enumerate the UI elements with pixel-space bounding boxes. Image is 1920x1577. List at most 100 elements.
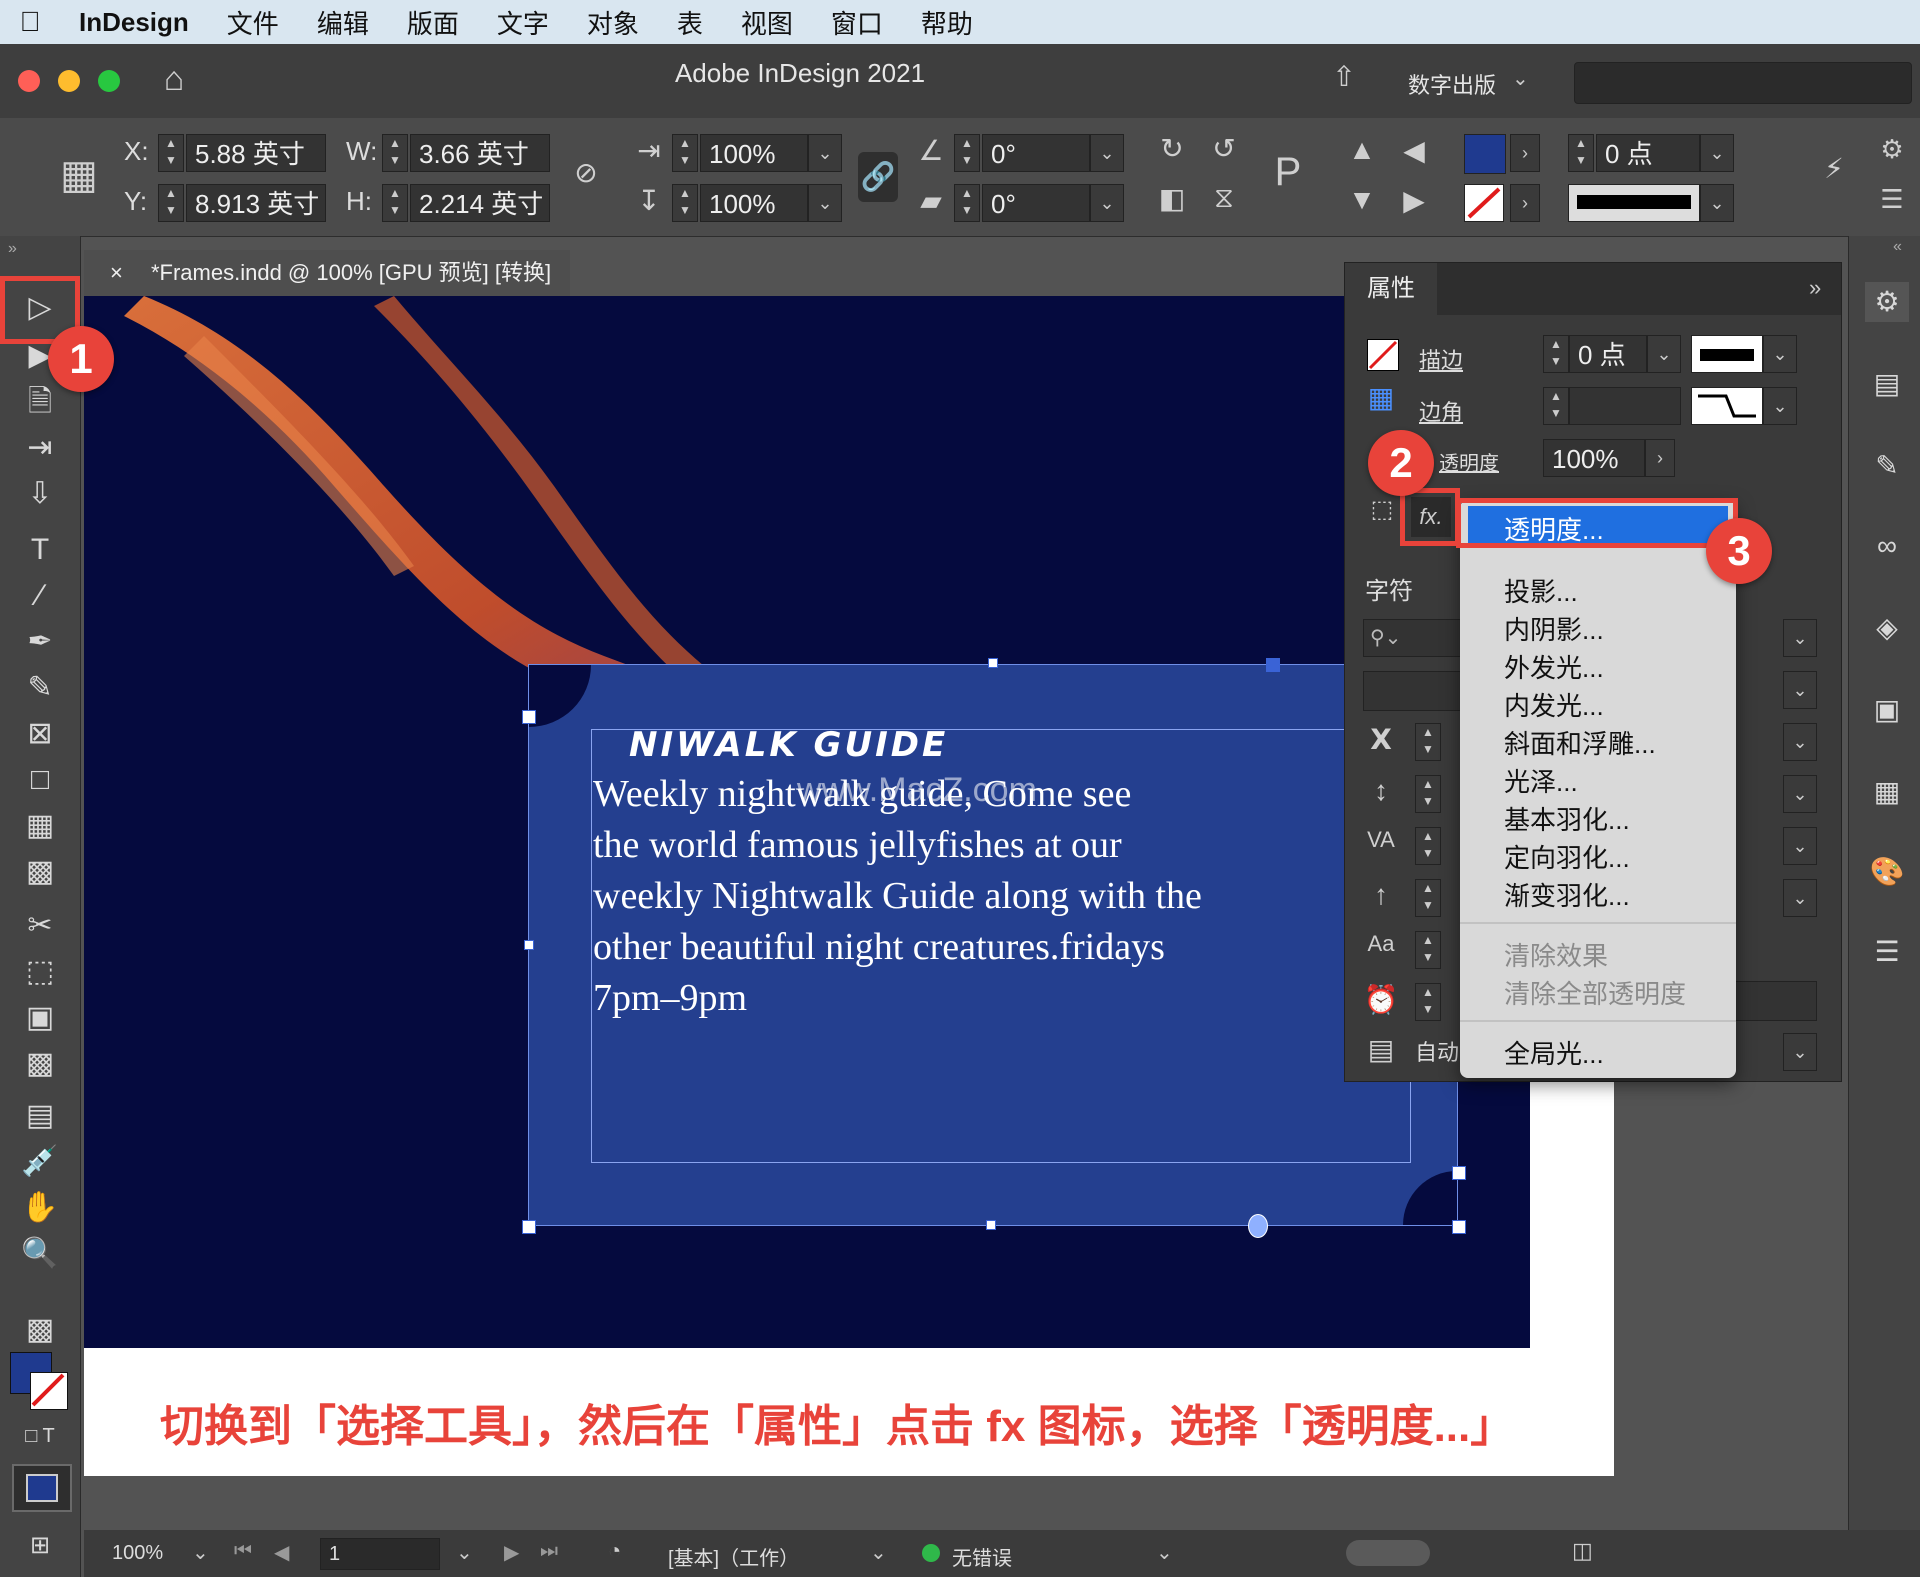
shear-field[interactable]: 0° (982, 184, 1090, 222)
stroke-style-dropdown[interactable]: ⌄ (1763, 335, 1797, 373)
gradient-swatch-tool-icon[interactable]: ▣ (16, 998, 64, 1038)
page-tool-icon[interactable]: 🗎 (16, 382, 64, 422)
y-stepper[interactable]: ▲ ▼ (158, 184, 184, 222)
corner-stepper[interactable]: ▲ ▼ (1543, 387, 1569, 425)
screen-mode-button[interactable] (12, 1464, 72, 1512)
menu-table[interactable]: 表 (658, 4, 722, 41)
stroke-style-selector[interactable] (1691, 335, 1763, 373)
selection-handle[interactable] (1452, 1166, 1466, 1180)
corner-label[interactable]: 边角 (1419, 395, 1463, 427)
zoom-dropdown-icon[interactable]: ⌄ (192, 1540, 209, 1565)
menu-item-basic-feather[interactable]: 基本羽化... (1504, 800, 1630, 837)
selection-handle[interactable] (522, 710, 536, 724)
vertical-scale-dropdown[interactable]: ⌄ (1783, 879, 1817, 917)
menu-item-inner-glow[interactable]: 内发光... (1504, 686, 1604, 723)
constrain-proportions-icon[interactable]: ⊘ (568, 156, 604, 189)
next-page-icon[interactable]: ▶ (504, 1540, 519, 1565)
select-content-icon[interactable]: ▼ (1342, 184, 1382, 216)
minimize-window-button[interactable] (58, 70, 80, 92)
note-tool-icon[interactable]: ▤ (16, 1096, 64, 1136)
cc-libraries-icon[interactable]: ✎ (1865, 446, 1909, 486)
panel-expand-icon[interactable]: » (1809, 275, 1821, 301)
gradient-panel-icon[interactable]: ▣ (1865, 690, 1909, 730)
opacity-arrow[interactable]: › (1645, 439, 1675, 477)
zoom-tool-icon[interactable]: 🔍 (16, 1234, 64, 1274)
color-panel-icon[interactable]: 🎨 (1865, 852, 1909, 892)
last-page-icon[interactable]: ⏭ (540, 1540, 558, 1563)
selection-handle[interactable] (522, 1220, 536, 1234)
preflight-status[interactable]: 无错误 (952, 1542, 1012, 1571)
mode-dropdown-icon[interactable]: ⌄ (870, 1540, 887, 1565)
stroke-weight-stepper[interactable]: ▲ ▼ (1568, 134, 1594, 172)
font-family-dropdown[interactable]: ⌄ (1783, 619, 1817, 657)
stroke-weight-dropdown[interactable]: ⌄ (1700, 134, 1734, 172)
rotate-ccw-icon[interactable]: ↺ (1204, 132, 1244, 165)
workspace-switcher[interactable]: 数字出版 (1408, 68, 1496, 100)
preflight-profile-icon[interactable]: ◔ (608, 1538, 621, 1564)
menu-window[interactable]: 窗口 (812, 4, 902, 41)
split-window-icon[interactable]: ◫ (1572, 1538, 1593, 1564)
menu-item-satin[interactable]: 光泽... (1504, 762, 1578, 799)
flip-horizontal-icon[interactable]: ◧ (1152, 182, 1192, 215)
stroke-none-swatch[interactable] (1464, 184, 1504, 222)
scale-x-dropdown[interactable]: ⌄ (808, 134, 842, 172)
reference-point-icon[interactable]: ▦ (52, 148, 106, 202)
page-dropdown-icon[interactable]: ⌄ (456, 1540, 473, 1565)
kerning-stepper[interactable]: ▲ ▼ (1415, 827, 1441, 865)
select-container-icon[interactable]: ▲ (1342, 134, 1382, 166)
stroke-panel-icon[interactable]: ☰ (1865, 932, 1909, 972)
lightning-icon[interactable]: ⚡ (1816, 152, 1852, 185)
reference-p-icon[interactable]: P (1262, 150, 1314, 195)
fill-swatch[interactable] (1464, 134, 1506, 174)
grid-tool-icon[interactable]: ▩ (16, 852, 64, 892)
shear-stepper[interactable]: ▲ ▼ (954, 184, 980, 222)
menu-edit[interactable]: 编辑 (298, 4, 388, 41)
opacity-label[interactable]: 透明度 (1439, 447, 1499, 476)
flip-vertical-icon[interactable]: ⧖ (1204, 182, 1244, 215)
leading-dropdown[interactable]: ⌄ (1783, 775, 1817, 813)
gap-tool-icon[interactable]: ⇥ (16, 428, 64, 468)
stroke-swatch-arrow[interactable]: › (1510, 184, 1540, 222)
close-tab-icon[interactable]: × (110, 260, 123, 285)
w-stepper[interactable]: ▲ ▼ (382, 134, 408, 172)
selection-handle[interactable] (1452, 1220, 1466, 1234)
text-frame[interactable]: NIWALK GUIDE Weekly nightwalk guide, Com… (528, 664, 1458, 1226)
menu-view[interactable]: 视图 (722, 4, 812, 41)
pencil-tool-icon[interactable]: ✎ (16, 668, 64, 708)
zoom-window-button[interactable] (98, 70, 120, 92)
properties-panel-icon[interactable]: ⚙ (1865, 282, 1909, 322)
rectangle-tool-icon[interactable]: □ (16, 760, 64, 800)
stroke-weight-field[interactable]: 0 点 (1596, 134, 1700, 172)
menu-item-bevel-emboss[interactable]: 斜面和浮雕... (1504, 724, 1656, 761)
x-stepper[interactable]: ▲ ▼ (158, 134, 184, 172)
font-search-field[interactable]: ⚲⌄ (1363, 619, 1463, 657)
font-size-dropdown[interactable]: ⌄ (1783, 723, 1817, 761)
select-previous-icon[interactable]: ◀ (1394, 134, 1434, 167)
content-collector-icon[interactable]: ⇩ (16, 474, 64, 514)
scale-x-field[interactable]: 100% (700, 134, 808, 172)
stroke-field[interactable]: 0 点 (1569, 335, 1647, 373)
zoom-level[interactable]: 100% (112, 1542, 163, 1565)
search-field[interactable] (1574, 62, 1912, 104)
skew-stepper[interactable]: ▲ ▼ (1415, 983, 1441, 1021)
opacity-field[interactable]: 100% (1543, 439, 1645, 477)
formatting-container-icon[interactable]: □ T (16, 1416, 64, 1456)
scale-y-field[interactable]: 100% (700, 184, 808, 222)
stroke-stepper[interactable]: ▲ ▼ (1543, 335, 1569, 373)
gear-icon[interactable]: ⚙ (1872, 134, 1912, 165)
stroke-type-selector[interactable] (1568, 184, 1700, 222)
menu-item-outer-glow[interactable]: 外发光... (1504, 648, 1604, 685)
stroke-label[interactable]: 描边 (1419, 343, 1463, 375)
menu-item-gradient-feather[interactable]: 渐变羽化... (1504, 876, 1630, 913)
corner-size-field[interactable] (1569, 387, 1681, 425)
stroke-color-box[interactable] (30, 1372, 68, 1410)
menu-item-directional-feather[interactable]: 定向羽化... (1504, 838, 1630, 875)
stroke-swatch-icon[interactable] (1367, 339, 1399, 371)
horizontal-scrollbar[interactable] (1346, 1540, 1430, 1566)
links-panel-icon[interactable]: ∞ (1865, 526, 1909, 566)
preview-mode-icon[interactable]: ⊞ (16, 1526, 64, 1566)
pen-tool-icon[interactable]: ✒ (16, 622, 64, 662)
font-size-stepper[interactable]: ▲ ▼ (1415, 723, 1441, 761)
table-tool-icon[interactable]: ▦ (16, 806, 64, 846)
rotate-dropdown[interactable]: ⌄ (1090, 134, 1124, 172)
